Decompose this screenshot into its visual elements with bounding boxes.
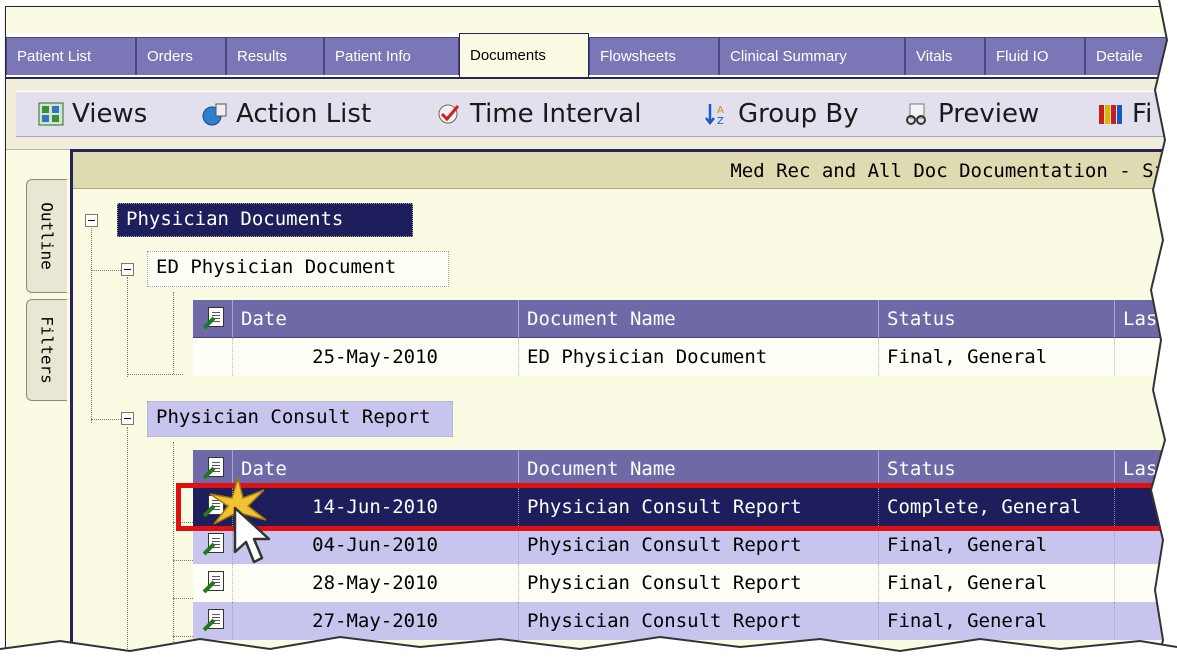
document-panel: Med Rec and All Doc Documentation - Si P…: [70, 149, 1166, 651]
side-tab-outline[interactable]: Outline: [26, 179, 67, 293]
preview-label: Preview: [938, 99, 1040, 129]
row-date: 25-May-2010: [233, 338, 519, 376]
svg-text:Z: Z: [717, 116, 724, 126]
side-tab-filters-label: Filters: [37, 316, 57, 384]
tree-connector: [127, 374, 183, 375]
tree-connector: [91, 225, 92, 249]
column-header-document-name[interactable]: Document Name: [519, 300, 879, 338]
views-label: Views: [72, 99, 148, 129]
tree-connector: [127, 427, 128, 651]
row-document-name: Physician Consult Report: [519, 526, 879, 564]
tab-results[interactable]: Results: [226, 37, 324, 75]
tree-node-physician-documents[interactable]: Physician Documents: [117, 203, 413, 237]
tab-vitals[interactable]: Vitals: [905, 37, 985, 75]
group-by-label: Group By: [738, 99, 859, 129]
torn-edge-bottom: [0, 635, 1177, 665]
tree-connector: [173, 598, 193, 599]
document-edit-icon: [202, 306, 224, 331]
document-edit-icon: [202, 571, 224, 595]
group-by-button[interactable]: AZ Group By: [704, 99, 859, 129]
consult-document-grid: Date Document Name Status Last 14-Jun-20…: [193, 450, 1166, 650]
tab-documents[interactable]: Documents: [459, 33, 589, 77]
tab-orders[interactable]: Orders: [136, 37, 226, 75]
toolbar: Views Action List Time Interval AZ Group…: [6, 79, 1166, 150]
preview-glasses-icon: [904, 102, 930, 126]
preview-button[interactable]: Preview: [904, 99, 1039, 129]
tab-flowsheets[interactable]: Flowsheets: [589, 37, 719, 75]
collapse-toggle-root[interactable]: [85, 214, 98, 227]
side-tab-outline-label: Outline: [37, 202, 57, 270]
tree-connector: [127, 277, 128, 377]
tab-patient-list[interactable]: Patient List: [6, 37, 136, 75]
row-document-name: ED Physician Document: [519, 338, 879, 376]
row-status: Final, General: [879, 338, 1115, 376]
books-icon: [1098, 102, 1124, 126]
grid-header-icon-cell: [193, 300, 233, 338]
row-document-name: Physician Consult Report: [519, 564, 879, 602]
time-interval-button[interactable]: Time Interval: [436, 99, 641, 129]
sort-az-icon: AZ: [704, 102, 730, 127]
ed-document-grid: Date Document Name Status Last 25-May-20…: [193, 300, 1166, 380]
row-date: 28-May-2010: [233, 564, 519, 602]
tree-node-ed-physician-document[interactable]: ED Physician Document: [147, 251, 449, 287]
column-header-date[interactable]: Date: [233, 300, 519, 338]
row-status: Final, General: [879, 564, 1115, 602]
tree-connector: [173, 442, 174, 651]
tree-node-physician-consult-report[interactable]: Physician Consult Report: [147, 401, 453, 437]
row-icon-cell: [193, 564, 233, 602]
toolbar-band: Views Action List Time Interval AZ Group…: [16, 91, 1166, 137]
tab-patient-info[interactable]: Patient Info: [324, 37, 459, 75]
panel-header: Med Rec and All Doc Documentation - Si: [73, 152, 1166, 189]
action-list-label: Action List: [236, 99, 372, 129]
action-list-icon: [202, 102, 228, 126]
time-interval-label: Time Interval: [470, 99, 642, 129]
highlight-callout-box: [176, 483, 1164, 531]
clock-check-icon: [436, 102, 462, 126]
tree-connector: [173, 292, 174, 374]
tab-strip: Patient List Orders Results Patient Info…: [6, 33, 1166, 80]
tree-connector: [173, 560, 193, 561]
row-status: Final, General: [879, 526, 1115, 564]
side-tab-filters[interactable]: Filters: [26, 299, 67, 401]
tab-fluid-io[interactable]: Fluid IO: [985, 37, 1085, 75]
side-tab-bar: Outline Filters: [20, 149, 70, 649]
tab-clinical-summary[interactable]: Clinical Summary: [719, 37, 905, 75]
grid-views-icon: [38, 102, 64, 126]
panel-title: Med Rec and All Doc Documentation - Si: [730, 160, 1165, 182]
views-button[interactable]: Views: [38, 99, 147, 129]
collapse-toggle-ed-group[interactable]: [121, 263, 134, 276]
torn-edge-right: [1149, 0, 1177, 665]
tree-connector: [91, 248, 92, 423]
collapse-toggle-consult-group[interactable]: [121, 412, 134, 425]
row-icon-cell: [193, 338, 233, 376]
action-list-button[interactable]: Action List: [202, 99, 371, 129]
document-edit-icon: [202, 533, 224, 557]
mouse-pointer-icon: [233, 506, 271, 564]
column-header-status[interactable]: Status: [879, 300, 1115, 338]
application-window: Patient List Orders Results Patient Info…: [5, 6, 1167, 652]
svg-text:A: A: [717, 105, 724, 116]
